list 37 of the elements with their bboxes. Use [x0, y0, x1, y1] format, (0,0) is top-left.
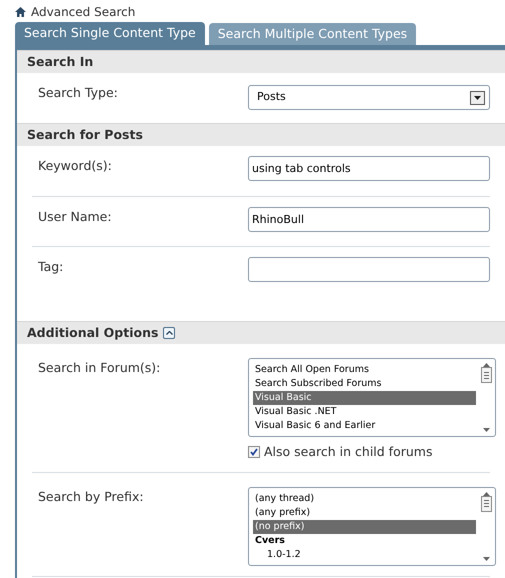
field-label: Keyword(s): — [37, 157, 113, 175]
scroll-thumb[interactable] — [481, 496, 492, 512]
field-label: Search in Forum(s): — [37, 359, 162, 377]
scroll-thumb[interactable] — [481, 367, 492, 383]
breadcrumb-title: Advanced Search — [31, 4, 136, 20]
scroll-down-arrow-icon[interactable] — [483, 428, 490, 432]
field-label: Search by Prefix: — [37, 488, 145, 506]
list-option[interactable]: Visual Basic .NET — [253, 405, 476, 419]
field-label: Tag: — [37, 258, 64, 276]
text-field[interactable]: RhinoBull — [248, 207, 490, 232]
list-option[interactable]: Cvers — [253, 534, 476, 548]
list-option[interactable]: (any thread) — [253, 492, 476, 506]
search-type-dropdown[interactable]: Posts — [248, 85, 490, 110]
checkbox-label[interactable]: Also search in child forums — [264, 443, 432, 462]
list-box[interactable]: Search All Open Forums Search Subscribed Forums Visual Basic Visual Basic .NET Visual Basic 6 and Earlier — [248, 358, 496, 437]
tab[interactable]: Search Single Content Type — [15, 22, 205, 45]
list-option[interactable]: Visual Basic 6 and Earlier — [253, 419, 476, 433]
section-title: Search for Posts — [27, 126, 143, 144]
list-option[interactable]: Search All Open Forums — [253, 363, 476, 377]
field-label: Search Type: — [37, 84, 119, 102]
field-label: User Name: — [37, 208, 113, 226]
list-option[interactable]: (any prefix) — [253, 506, 476, 520]
list-box[interactable]: (any thread) (any prefix) (no prefix) Cvers 1.0-1.2 — [248, 486, 496, 566]
section-title: Additional Options — [27, 324, 158, 342]
scroll-down-arrow-icon[interactable] — [483, 556, 490, 561]
list-option[interactable]: (no prefix) — [253, 520, 476, 534]
collapse-icon[interactable] — [163, 327, 176, 339]
text-field[interactable]: using tab controls — [248, 156, 490, 181]
scroll-up-arrow-icon[interactable] — [483, 363, 490, 367]
list-option[interactable]: Search Subscribed Forums — [253, 377, 476, 391]
checkbox[interactable] — [248, 446, 260, 458]
section-title: Search In — [27, 52, 94, 71]
list-option[interactable]: Visual Basic — [253, 391, 476, 405]
text-field[interactable] — [248, 257, 490, 282]
scroll-up-arrow-icon[interactable] — [483, 492, 490, 496]
home-icon[interactable] — [15, 6, 26, 16]
list-option[interactable]: 1.0-1.2 — [253, 548, 476, 562]
